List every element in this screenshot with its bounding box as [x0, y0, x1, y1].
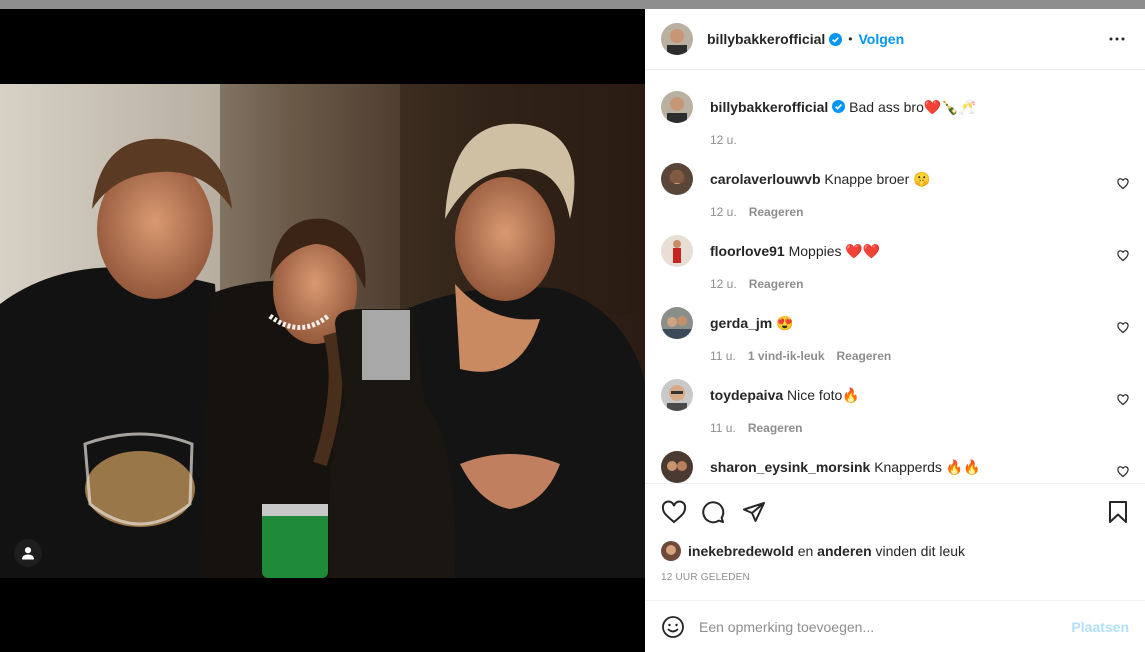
comment-time[interactable]: 11 u.: [710, 349, 736, 363]
comment-username[interactable]: sharon_eysink_morsink: [710, 459, 870, 475]
caption-time[interactable]: 12 u.: [710, 133, 737, 147]
comment-text: 😍: [776, 315, 794, 331]
commenter-avatar[interactable]: [661, 307, 693, 339]
comment-item: sharon_eysink_morsink Knapperds 🔥🔥: [661, 451, 1129, 483]
like-comment-heart-icon[interactable]: [1117, 249, 1129, 267]
commenter-avatar[interactable]: [661, 451, 693, 483]
reply-button[interactable]: Reageren: [837, 349, 892, 363]
commenter-avatar[interactable]: [661, 379, 693, 411]
like-heart-icon[interactable]: [661, 500, 687, 529]
verified-badge-icon: [832, 100, 846, 113]
comment-text: Moppies ❤️❤️: [788, 243, 881, 259]
user-icon: [22, 547, 34, 560]
comments-list[interactable]: billybakkerofficial Bad ass bro❤️🍾🥂 12 u…: [645, 71, 1145, 483]
author-avatar[interactable]: [661, 23, 693, 55]
like-comment-heart-icon[interactable]: [1117, 177, 1129, 195]
likes-suffix: vinden dit leuk: [875, 543, 966, 559]
separator-dot: •: [848, 32, 853, 46]
comment-bubble-icon[interactable]: [701, 500, 725, 529]
like-comment-heart-icon[interactable]: [1117, 393, 1129, 411]
comment-username[interactable]: gerda_jm: [710, 315, 772, 331]
likes-summary: inekebredewold en anderen vinden dit leu…: [661, 541, 965, 561]
like-comment-heart-icon[interactable]: [1117, 465, 1129, 483]
comment-username[interactable]: carolaverlouwvb: [710, 171, 821, 187]
emoji-smiley-icon[interactable]: [661, 615, 685, 639]
post-header: billybakkerofficial • Volgen: [645, 9, 1145, 70]
post-photo: [0, 84, 645, 578]
post-actions-bar: [645, 483, 1145, 536]
post-comment-button[interactable]: Plaatsen: [1071, 619, 1129, 635]
comment-input[interactable]: [699, 618, 1072, 635]
comment-item: gerda_jm 😍 11 u. 1 vind-ik-leuk Reageren: [661, 307, 1129, 363]
comment-item: floorlove91 Moppies ❤️❤️ 12 u. Reageren: [661, 235, 1129, 291]
author-username[interactable]: billybakkerofficial: [707, 31, 825, 47]
post-media: [0, 9, 645, 652]
caption-username[interactable]: billybakkerofficial: [710, 99, 828, 115]
save-bookmark-icon[interactable]: [1107, 500, 1129, 529]
comment-text: Knapperds 🔥🔥: [874, 459, 981, 475]
comment-time[interactable]: 11 u.: [710, 421, 736, 435]
comment-username[interactable]: floorlove91: [710, 243, 785, 259]
likes-others-link[interactable]: anderen: [817, 543, 871, 559]
comment-likes-count[interactable]: 1 vind-ik-leuk: [748, 349, 825, 363]
comment-item: carolaverlouwvb Knappe broer 🤫 12 u. Reag…: [661, 163, 1129, 219]
add-comment-bar: Plaatsen: [645, 600, 1145, 652]
verified-badge-icon: [829, 32, 843, 46]
post-side-panel: billybakkerofficial • Volgen billybakker…: [645, 9, 1145, 652]
comment-time[interactable]: 12 u.: [710, 277, 737, 291]
commenter-avatar[interactable]: [661, 163, 693, 195]
comment-text: Knappe broer 🤫: [824, 171, 931, 187]
share-send-icon[interactable]: [742, 500, 766, 529]
comment-text: Nice foto🔥: [787, 387, 860, 403]
reply-button[interactable]: Reageren: [749, 205, 804, 219]
follow-button[interactable]: Volgen: [858, 31, 904, 47]
tagged-users-button[interactable]: [14, 539, 42, 567]
browser-top-strip: [0, 0, 1145, 9]
post-timestamp[interactable]: 12 UUR GELEDEN: [661, 572, 750, 583]
caption-author-avatar[interactable]: [661, 91, 693, 123]
comment-time[interactable]: 12 u.: [710, 205, 737, 219]
post-caption: billybakkerofficial Bad ass bro❤️🍾🥂 12 u…: [661, 91, 1129, 147]
reply-button[interactable]: Reageren: [748, 421, 803, 435]
liker-avatar[interactable]: [661, 541, 681, 561]
likes-connector: en: [797, 543, 814, 559]
like-comment-heart-icon[interactable]: [1117, 321, 1129, 339]
caption-text: Bad ass bro❤️🍾🥂: [849, 99, 977, 115]
comment-username[interactable]: toydepaiva: [710, 387, 783, 403]
reply-button[interactable]: Reageren: [749, 277, 804, 291]
liker-username[interactable]: inekebredewold: [688, 543, 794, 559]
more-options-icon[interactable]: [1105, 27, 1129, 51]
comment-item: toydepaiva Nice foto🔥 11 u. Reageren: [661, 379, 1129, 435]
commenter-avatar[interactable]: [661, 235, 693, 267]
